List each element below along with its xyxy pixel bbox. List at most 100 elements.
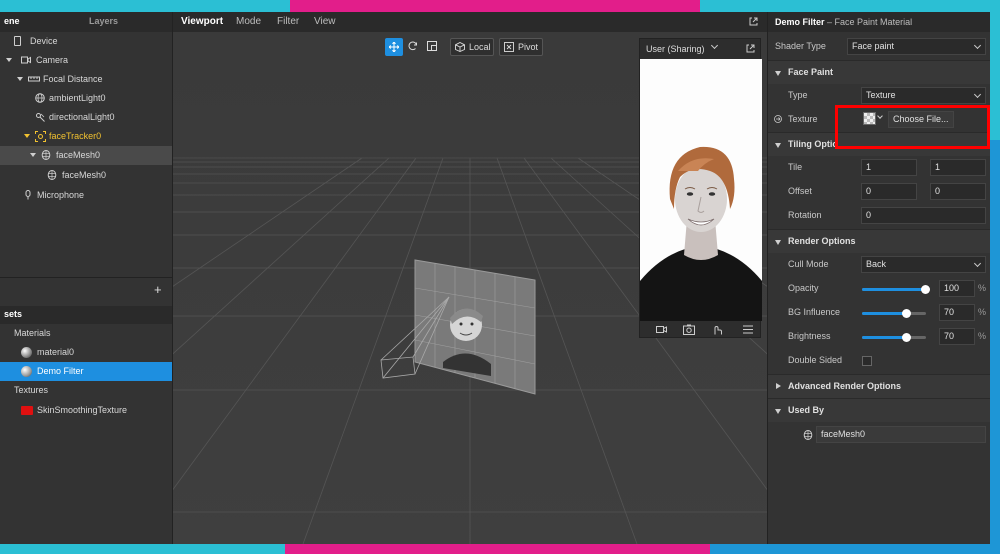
bg-influence-label: BG Influence [788,307,841,317]
scene-item-label: Device [30,36,58,46]
offset-x-input[interactable]: 0 [861,183,917,200]
bg-influence-value: 70 [944,307,955,317]
bg-influence-row: BG Influence 70 % [768,301,990,325]
scene-item-microphone[interactable]: Microphone [0,186,172,205]
rotate-tool-button[interactable] [404,38,422,56]
frame-stripe-top-middle [290,0,700,12]
opacity-input[interactable]: 100 [939,280,975,297]
menu-view[interactable]: View [314,16,336,27]
double-sided-row: Double Sided [768,349,990,373]
offset-y-value: 0 [935,186,941,196]
offset-label: Offset [788,186,812,196]
section-face-paint[interactable]: Face Paint [768,60,990,84]
double-sided-checkbox[interactable] [862,356,872,366]
menu-viewport[interactable]: Viewport [181,16,223,27]
used-by-item[interactable]: faceMesh0 [816,426,986,443]
scene-item-device[interactable]: Device [0,32,172,51]
add-object-button[interactable]: + [154,282,162,297]
chevron-down-icon[interactable] [710,41,719,50]
chevron-down-icon[interactable] [24,134,30,138]
scene-item-face-mesh[interactable]: faceMesh0 [0,146,172,165]
highlight-annotation-box [835,105,990,149]
shader-type-dropdown[interactable]: Face paint [847,38,986,55]
cull-mode-dropdown[interactable]: Back [861,256,986,273]
type-label: Type [788,90,808,100]
bg-influence-slider[interactable] [862,309,926,318]
pivot-label: Pivot [518,42,539,52]
opacity-slider[interactable] [862,285,930,294]
chevron-down-icon [973,259,982,268]
tab-scene[interactable]: ene [4,16,20,26]
tab-layers[interactable]: Layers [89,16,118,26]
scene-item-camera[interactable]: Camera [0,51,172,70]
opacity-slider-fill [862,288,926,291]
asset-item-material0[interactable]: material0 [0,343,172,362]
asset-item-skin-smoothing-texture[interactable]: SkinSmoothingTexture [0,401,172,420]
face-paint-type-dropdown[interactable]: Texture [861,87,986,104]
brightness-input[interactable]: 70 [939,328,975,345]
device-preview[interactable]: User (Sharing) [639,38,762,339]
video-camera-icon[interactable] [656,325,667,334]
scene-item-directional-light[interactable]: directionalLight0 [0,108,172,127]
asset-item-demo-filter[interactable]: Demo Filter [0,362,172,381]
shader-type-row: Shader Type Face paint [768,35,990,59]
menu-icon[interactable] [743,325,753,334]
used-by-row: faceMesh0 [768,423,990,447]
expand-icon[interactable] [749,17,758,26]
cull-mode-row: Cull Mode Back [768,253,990,277]
assets-group-textures[interactable]: Textures [0,381,172,400]
material-name: Demo Filter [775,17,825,27]
rotation-label: Rotation [788,210,822,220]
cull-mode-value: Back [866,259,887,269]
inspector-panel: Demo Filter – Face Paint Material Shader… [767,12,990,544]
mesh-icon [41,150,51,160]
scene-item-ambient-light[interactable]: ambientLight0 [0,89,172,108]
scene-item-label: faceTracker0 [49,131,102,141]
chevron-down-icon[interactable] [30,153,36,157]
screenshot-icon[interactable] [683,324,695,335]
offset-y-input[interactable]: 0 [930,183,986,200]
type-value: Texture [866,90,896,100]
brightness-slider-fill [862,336,907,339]
brightness-slider-knob[interactable] [901,333,911,342]
scene-item-label: Camera [36,55,69,65]
chevron-down-icon [775,143,781,148]
viewport-panel[interactable]: Viewport Mode Filter View Local Pivot Us… [173,12,767,544]
connect-arrow-icon[interactable] [774,115,782,123]
preview-device-select[interactable]: User (Sharing) [646,44,705,54]
preview-footer [640,321,762,339]
section-used-by[interactable]: Used By [768,398,990,422]
section-render-options[interactable]: Render Options [768,229,990,253]
local-space-button[interactable]: Local [450,38,494,56]
scene-item-label: directionalLight0 [49,112,115,122]
percent-label: % [978,331,987,341]
scene-item-face-mesh-child[interactable]: faceMesh0 [0,166,172,185]
scale-tool-button[interactable] [423,38,441,56]
chevron-down-icon[interactable] [6,58,12,62]
expand-icon[interactable] [746,44,755,53]
move-tool-button[interactable] [385,38,403,56]
tile-x-input[interactable]: 1 [861,159,917,176]
scene-item-focal-distance[interactable]: Focal Distance [0,70,172,89]
assets-group-materials[interactable]: Materials [0,324,172,343]
tile-y-input[interactable]: 1 [930,159,986,176]
menu-mode[interactable]: Mode [236,16,261,27]
scene-item-face-tracker[interactable]: faceTracker0 [0,127,172,146]
frame-stripe-right [990,140,1000,544]
bg-influence-slider-knob[interactable] [901,309,911,318]
brightness-slider[interactable] [862,333,926,342]
material-sphere-icon [21,366,32,377]
inspector-title-bar: Demo Filter – Face Paint Material [768,12,990,32]
pivot-button[interactable]: Pivot [499,38,543,56]
assets-header: sets [0,306,172,324]
rotation-input[interactable]: 0 [861,207,986,224]
bg-influence-input[interactable]: 70 [939,304,975,321]
chevron-down-icon[interactable] [17,77,23,81]
frame-stripe-bottom-right [710,544,1000,554]
menu-filter[interactable]: Filter [277,16,299,27]
offset-row: Offset 0 0 [768,180,990,204]
touch-icon[interactable] [712,324,722,335]
cube-icon [455,42,465,52]
section-advanced-render-options[interactable]: Advanced Render Options [768,374,990,398]
opacity-slider-knob[interactable] [921,285,930,294]
